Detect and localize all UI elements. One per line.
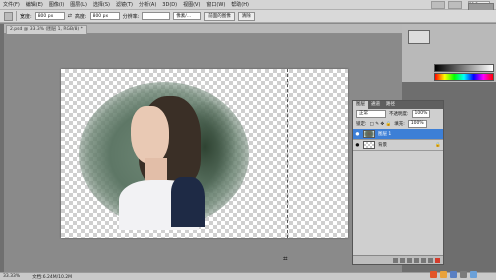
document-tab-bar: 2.psd @ 33.3% (图层 1, RGB/8) * — [4, 24, 402, 34]
arrange-docs-icon[interactable] — [448, 0, 462, 9]
link-icon[interactable] — [393, 257, 398, 263]
menu-bar: 文件(F) 编辑(E) 图像(I) 图层(L) 选择(S) 滤镜(T) 分析(A… — [0, 0, 496, 10]
blend-mode-select[interactable]: 正常 — [356, 110, 386, 118]
unit-select[interactable]: 像素/... — [173, 12, 202, 20]
height-label: 高度: — [74, 13, 87, 20]
portrait-photo-vignette — [79, 82, 249, 230]
menu-layer[interactable]: 图层(L) — [67, 1, 90, 8]
options-bar: 宽度: 800 px ⇄ 高度: 800 px 分辨率: 像素/... 前面的图… — [0, 10, 496, 23]
menu-view[interactable]: 视图(V) — [180, 1, 203, 8]
layer-name: 图层 1 — [378, 132, 392, 137]
layer-row-layer1[interactable]: ● 图层 1 — [353, 129, 443, 140]
fill-label: 填充: — [394, 122, 405, 127]
crop-cursor-icon: ⌗ — [283, 254, 288, 263]
photo-collar — [171, 177, 205, 227]
color-swatch-preview[interactable] — [408, 30, 430, 44]
tab-layers[interactable]: 图层 — [353, 101, 368, 109]
layer-thumbnail — [363, 141, 375, 149]
menu-image[interactable]: 图像(I) — [46, 1, 67, 8]
menu-edit[interactable]: 编辑(E) — [23, 1, 46, 8]
menu-3d[interactable]: 3D(D) — [159, 2, 180, 8]
canvas-area — [4, 34, 402, 272]
width-label: 宽度: — [20, 13, 32, 20]
photo-face — [131, 106, 169, 164]
menu-help[interactable]: 帮助(H) — [228, 1, 252, 8]
visibility-eye-icon[interactable]: ● — [355, 132, 360, 137]
menu-select[interactable]: 选择(S) — [90, 1, 113, 8]
lock-label: 锁定: — [356, 122, 367, 127]
group-icon[interactable] — [421, 257, 426, 263]
layer-name: 背景 — [378, 143, 387, 148]
network-icon[interactable] — [470, 271, 477, 278]
opacity-input[interactable]: 100% — [411, 110, 431, 118]
settings-icon[interactable] — [460, 271, 467, 278]
lock-icons[interactable]: □ ✎ ✥ 🔒 — [370, 122, 392, 127]
menu-window[interactable]: 窗口(W) — [203, 1, 228, 8]
layers-panel: 图层 通道 路径 正常 不透明度: 100% 锁定: □ ✎ ✥ 🔒 填充: 1… — [352, 100, 444, 265]
status-zoom[interactable]: 33.33% — [3, 274, 20, 279]
visibility-eye-icon[interactable]: ● — [355, 143, 360, 148]
menu-analysis[interactable]: 分析(A) — [136, 1, 159, 8]
document-tab[interactable]: 2.psd @ 33.3% (图层 1, RGB/8) * — [6, 25, 87, 34]
layer-thumbnail — [363, 130, 375, 138]
crop-tool-icon[interactable] — [4, 11, 13, 21]
guide-line[interactable] — [287, 69, 288, 238]
tray-icons — [430, 271, 477, 278]
fx-icon[interactable] — [400, 257, 405, 263]
menu-filter[interactable]: 滤镜(T) — [113, 1, 136, 8]
layers-footer — [353, 255, 443, 264]
color-spectrum-bar[interactable] — [434, 73, 494, 81]
fill-input[interactable]: 100% — [407, 120, 427, 128]
divider — [16, 11, 17, 21]
screen-mode-icon[interactable] — [431, 0, 445, 9]
width-input[interactable]: 800 px — [34, 12, 65, 20]
grayscale-ramp[interactable] — [434, 64, 494, 72]
tab-paths[interactable]: 路径 — [383, 101, 398, 109]
lock-row: 锁定: □ ✎ ✥ 🔒 填充: 100% — [353, 119, 443, 129]
blend-row: 正常 不透明度: 100% — [353, 109, 443, 119]
tab-channels[interactable]: 通道 — [368, 101, 383, 109]
document-canvas[interactable] — [61, 69, 348, 238]
delete-layer-icon[interactable] — [435, 257, 440, 263]
keyboard-icon[interactable] — [450, 271, 457, 278]
layers-panel-tabs: 图层 通道 路径 — [353, 101, 443, 109]
status-doc-size: 文档:6.24M/10.2M — [32, 274, 73, 280]
emoji-icon[interactable] — [440, 271, 447, 278]
status-bar: 33.33% 文档:6.24M/10.2M — [0, 272, 496, 280]
mask-icon[interactable] — [407, 257, 412, 263]
resolution-label: 分辨率: — [122, 13, 140, 20]
swap-icon[interactable]: ⇄ — [68, 13, 72, 19]
new-layer-icon[interactable] — [428, 257, 433, 263]
clear-button[interactable]: 清除 — [237, 11, 255, 21]
layer-row-background[interactable]: ● 背景 🔒 — [353, 140, 443, 151]
lock-icon: 🔒 — [435, 142, 441, 148]
ime-icon[interactable] — [430, 271, 437, 278]
adjustment-icon[interactable] — [414, 257, 419, 263]
front-image-button[interactable]: 前面的图像 — [204, 11, 235, 21]
view-buttons — [431, 0, 468, 9]
resolution-input[interactable] — [142, 12, 171, 20]
menu-file[interactable]: 文件(F) — [0, 1, 23, 8]
opacity-label: 不透明度: — [389, 112, 409, 117]
height-input[interactable]: 800 px — [89, 12, 120, 20]
color-panel — [402, 24, 496, 82]
